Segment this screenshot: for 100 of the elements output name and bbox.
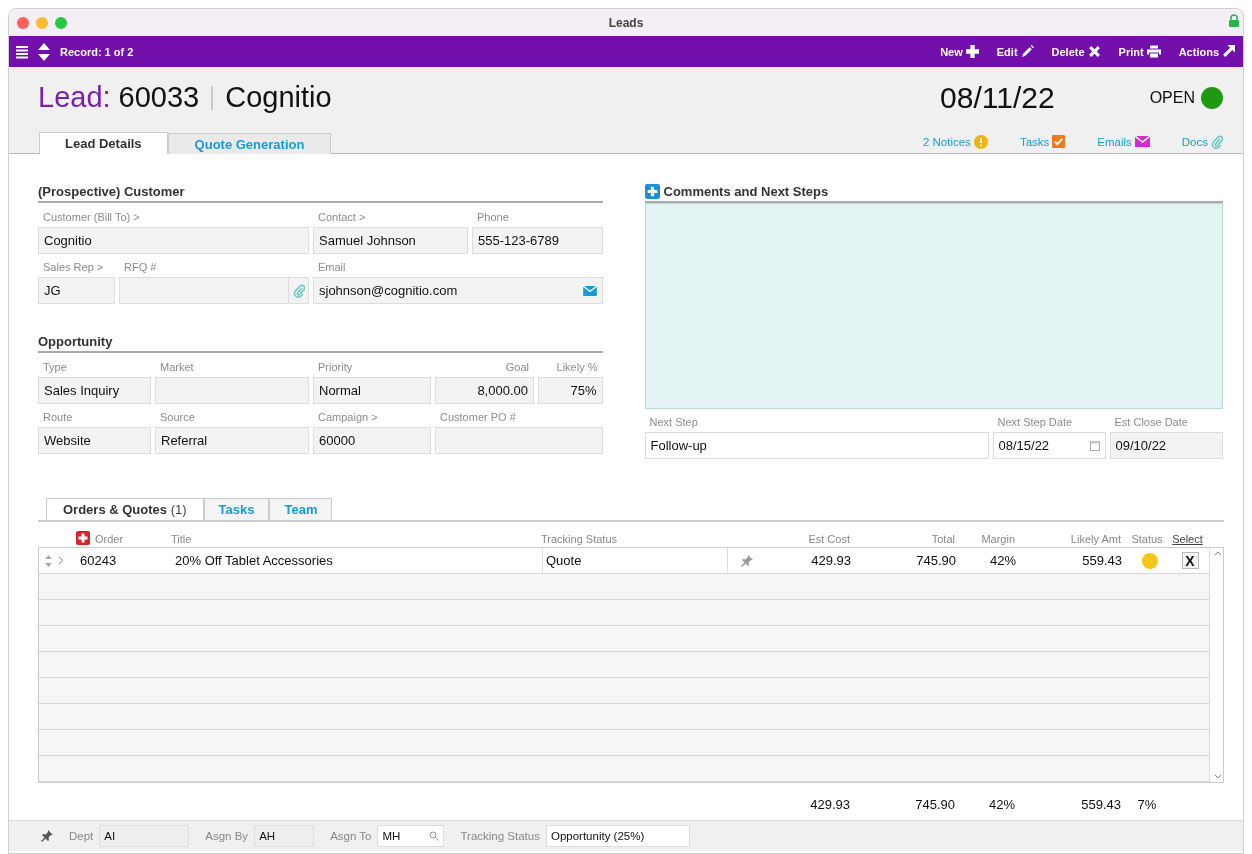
scroll-up-icon[interactable] xyxy=(1213,551,1222,556)
plus-icon xyxy=(965,45,979,58)
field-label: Next Step xyxy=(648,415,699,429)
column-header: Order xyxy=(95,533,124,545)
field-label: Customer PO # xyxy=(439,410,517,424)
menu-icon[interactable] xyxy=(15,44,29,59)
zoom-button[interactable] xyxy=(55,16,67,29)
column-header: Est Cost xyxy=(808,533,850,545)
text-field[interactable]: 75% xyxy=(538,377,603,404)
text-field[interactable]: Samuel Johnson xyxy=(313,227,468,254)
text-field[interactable]: MH xyxy=(377,825,445,847)
field-label: Asgn By xyxy=(205,830,249,842)
status-label: OPEN xyxy=(1149,88,1195,107)
tab[interactable]: Orders & Quotes (1) xyxy=(46,498,204,520)
table-cell: 42% xyxy=(989,553,1016,568)
section-title: (Prospective) Customer xyxy=(38,184,185,199)
record-type: Lead: xyxy=(38,81,111,115)
text-field[interactable]: AH xyxy=(254,825,315,847)
column-header: Title xyxy=(171,533,192,545)
total-value: 559.43 xyxy=(1081,797,1121,812)
total-value: 7% xyxy=(1137,797,1157,812)
text-field[interactable] xyxy=(155,377,309,404)
toolbar-button[interactable]: Edit xyxy=(996,45,1034,58)
table-cell: 559.43 xyxy=(1082,553,1122,568)
add-icon[interactable] xyxy=(76,531,90,545)
lock-icon xyxy=(1229,14,1239,27)
tab[interactable]: Lead Details xyxy=(39,132,168,154)
field-label: RFQ # xyxy=(123,260,158,274)
alert-icon xyxy=(973,134,988,149)
column-header: Likely Amt xyxy=(1070,533,1121,545)
pin-icon[interactable] xyxy=(740,554,753,567)
text-field[interactable]: 08/15/22 xyxy=(992,432,1106,459)
close-button[interactable] xyxy=(17,16,29,29)
toolbar-button[interactable]: New xyxy=(940,45,979,58)
add-icon[interactable] xyxy=(644,184,660,199)
field-label: Route xyxy=(42,410,74,424)
close-icon xyxy=(1087,45,1101,58)
record-date: 08/11/22 xyxy=(940,80,1055,115)
text-field[interactable]: 60000 xyxy=(313,427,431,454)
text-field[interactable]: Website xyxy=(38,427,151,454)
field-label: Next Step Date xyxy=(996,415,1074,429)
field-label: Email xyxy=(317,260,347,274)
text-field[interactable]: 8,000.00 xyxy=(435,377,534,404)
record-counter: Record: 1 of 2 xyxy=(60,45,134,58)
column-header[interactable]: Select xyxy=(1172,533,1203,545)
text-field[interactable] xyxy=(119,277,309,304)
table-cell: 20% Off Tablet Accessories xyxy=(175,553,333,568)
sort-handle-icon[interactable] xyxy=(45,554,52,567)
text-field[interactable]: AI xyxy=(99,825,190,847)
field-label: Campaign > xyxy=(317,410,379,424)
checkbox-icon xyxy=(1052,135,1066,149)
text-field[interactable]: Normal xyxy=(313,377,431,404)
field-label: Market xyxy=(159,360,195,374)
field-label: Dept xyxy=(69,830,94,842)
total-value: 429.93 xyxy=(810,797,850,812)
column-header: Total xyxy=(931,533,955,545)
column-header: Status xyxy=(1131,533,1163,545)
record-name: Cognitio xyxy=(225,81,332,115)
field-label: Est Close Date xyxy=(1113,415,1189,429)
pencil-icon xyxy=(1020,45,1034,58)
envelope-icon[interactable] xyxy=(582,285,597,296)
column-header: Tracking Status xyxy=(541,533,617,545)
text-field[interactable]: 09/10/22 xyxy=(1109,432,1223,459)
text-field[interactable]: Cognitio xyxy=(38,227,309,254)
table-cell: 60243 xyxy=(80,553,117,568)
field-label: Contact > xyxy=(317,210,367,224)
up-down-icon[interactable] xyxy=(38,42,50,61)
chevron-icon[interactable] xyxy=(58,556,64,565)
text-field[interactable]: Opportunity (25%) xyxy=(545,825,690,847)
toolbar-button[interactable]: Print xyxy=(1118,45,1161,58)
field-label: Sales Rep > xyxy=(42,260,105,274)
field-label: Asgn To xyxy=(330,830,372,842)
section-title: Comments and Next Steps xyxy=(663,184,829,199)
total-value: 42% xyxy=(988,797,1015,812)
arrow-icon xyxy=(1222,45,1235,58)
field-label: Customer (Bill To) > xyxy=(42,210,141,224)
section-title: Opportunity xyxy=(38,334,113,349)
field-label: Tracking Status xyxy=(460,830,540,842)
text-field[interactable]: Sales Inquiry xyxy=(38,377,151,404)
toolbar-button[interactable]: Actions xyxy=(1178,45,1235,58)
text-field[interactable]: 555-123-6789 xyxy=(472,227,603,254)
pin-icon[interactable] xyxy=(41,830,53,842)
scroll-down-icon[interactable] xyxy=(1213,774,1222,779)
field-label: Goal xyxy=(504,360,530,374)
select-button[interactable]: X xyxy=(1181,552,1199,569)
text-field[interactable]: Follow-up xyxy=(644,432,989,459)
table-cell: 429.93 xyxy=(811,553,851,568)
text-field[interactable]: sjohnson@cognitio.com xyxy=(313,277,603,304)
text-field[interactable]: Referral xyxy=(155,427,309,454)
field-label: Likely % xyxy=(555,360,599,374)
text-field[interactable]: JG xyxy=(38,277,115,304)
column-header: Margin xyxy=(981,533,1015,545)
calendar-icon[interactable] xyxy=(1089,440,1100,451)
search-icon xyxy=(429,831,440,841)
record-number: 60033 xyxy=(118,81,200,115)
text-field[interactable] xyxy=(435,427,603,454)
window-title: Leads xyxy=(608,15,644,30)
minimize-button[interactable] xyxy=(36,16,48,29)
toolbar-button[interactable]: Delete xyxy=(1051,45,1101,58)
printer-icon xyxy=(1146,45,1161,58)
